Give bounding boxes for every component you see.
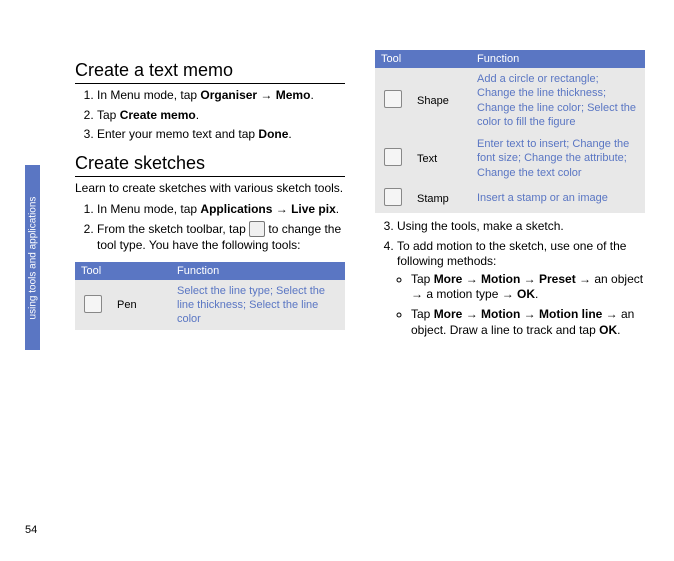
shape-icon-cell: [375, 68, 411, 133]
stamp-icon-cell: [375, 184, 411, 213]
text: .: [310, 88, 313, 102]
pen-func: Select the line type; Select the line th…: [171, 280, 345, 331]
motion-line: Tap More → Motion → Motion line → an obj…: [411, 307, 645, 338]
text: To add motion to the sketch, use one of …: [397, 239, 626, 269]
stamp-func: Insert a stamp or an image: [471, 184, 645, 213]
bold-text: Done: [258, 127, 288, 141]
pen-name: Pen: [111, 280, 171, 331]
side-tab: using tools and applications: [25, 165, 40, 350]
text: .: [617, 323, 620, 337]
memo-steps: In Menu mode, tap Organiser → Memo. Tap …: [75, 88, 345, 143]
text-icon: [384, 148, 402, 166]
shape-func: Add a circle or rectangle; Change the li…: [471, 68, 645, 133]
side-tab-label: using tools and applications: [27, 196, 38, 319]
th-function: Function: [171, 262, 345, 280]
sketch-step-2: From the sketch toolbar, tap to change t…: [97, 222, 345, 254]
text: In Menu mode, tap: [97, 202, 200, 216]
shape-name: Shape: [411, 68, 471, 133]
sketch-steps-right: Using the tools, make a sketch. To add m…: [375, 219, 645, 338]
right-column: Tool Function Shape Add a circle or rect…: [375, 50, 645, 346]
text: From the sketch toolbar, tap: [97, 222, 249, 236]
stamp-name: Stamp: [411, 184, 471, 213]
sketch-steps-left: In Menu mode, tap Applications → Live pi…: [75, 202, 345, 253]
bold-text: Applications → Live pix: [200, 202, 335, 216]
bold-text: More → Motion → Preset: [434, 272, 576, 286]
sketch-step-1: In Menu mode, tap Applications → Live pi…: [97, 202, 345, 218]
bold-text: OK: [517, 287, 535, 301]
memo-step-2: Tap Create memo.: [97, 108, 345, 124]
bold-text: OK: [599, 323, 617, 337]
text: Tap: [411, 307, 434, 321]
text: In Menu mode, tap: [97, 88, 200, 102]
pen-icon-cell: [75, 280, 111, 331]
text-name: Text: [411, 133, 471, 184]
tool-row-pen: Pen Select the line type; Select the lin…: [75, 280, 345, 331]
left-column: Create a text memo In Menu mode, tap Org…: [75, 50, 345, 346]
th-tool: Tool: [75, 262, 171, 280]
heading-sketches: Create sketches: [75, 153, 345, 177]
tools-table-right: Tool Function Shape Add a circle or rect…: [375, 50, 645, 213]
text: Tap: [411, 272, 434, 286]
text: Tap: [97, 108, 120, 122]
tool-row-text: Text Enter text to insert; Change the fo…: [375, 133, 645, 184]
pen-tool-icon: [249, 221, 265, 237]
stamp-icon: [384, 188, 402, 206]
th-function: Function: [471, 50, 645, 68]
text-func: Enter text to insert; Change the font si…: [471, 133, 645, 184]
content: Create a text memo In Menu mode, tap Org…: [75, 50, 645, 346]
th-tool: Tool: [375, 50, 471, 68]
text: .: [288, 127, 291, 141]
shape-icon: [384, 90, 402, 108]
text: Enter your memo text and tap: [97, 127, 258, 141]
text-icon-cell: [375, 133, 411, 184]
bold-text: More → Motion → Motion line: [434, 307, 603, 321]
pen-icon: [84, 295, 102, 313]
sketch-step-4: To add motion to the sketch, use one of …: [397, 239, 645, 339]
heading-text-memo: Create a text memo: [75, 60, 345, 84]
tool-row-stamp: Stamp Insert a stamp or an image: [375, 184, 645, 213]
sketch-step-3: Using the tools, make a sketch.: [397, 219, 645, 235]
sketch-intro: Learn to create sketches with various sk…: [75, 181, 345, 197]
text: .: [535, 287, 538, 301]
tools-table-left: Tool Function Pen Select the line type; …: [75, 262, 345, 331]
tools-header-row: Tool Function: [75, 262, 345, 280]
text: .: [196, 108, 199, 122]
text: .: [336, 202, 339, 216]
tool-row-shape: Shape Add a circle or rectangle; Change …: [375, 68, 645, 133]
bold-text: Organiser → Memo: [200, 88, 310, 102]
bold-text: Create memo: [120, 108, 196, 122]
motion-preset: Tap More → Motion → Preset → an object →…: [411, 272, 645, 303]
memo-step-3: Enter your memo text and tap Done.: [97, 127, 345, 143]
page-number: 54: [25, 524, 37, 536]
motion-methods: Tap More → Motion → Preset → an object →…: [397, 272, 645, 338]
memo-step-1: In Menu mode, tap Organiser → Memo.: [97, 88, 345, 104]
tools-header-row: Tool Function: [375, 50, 645, 68]
